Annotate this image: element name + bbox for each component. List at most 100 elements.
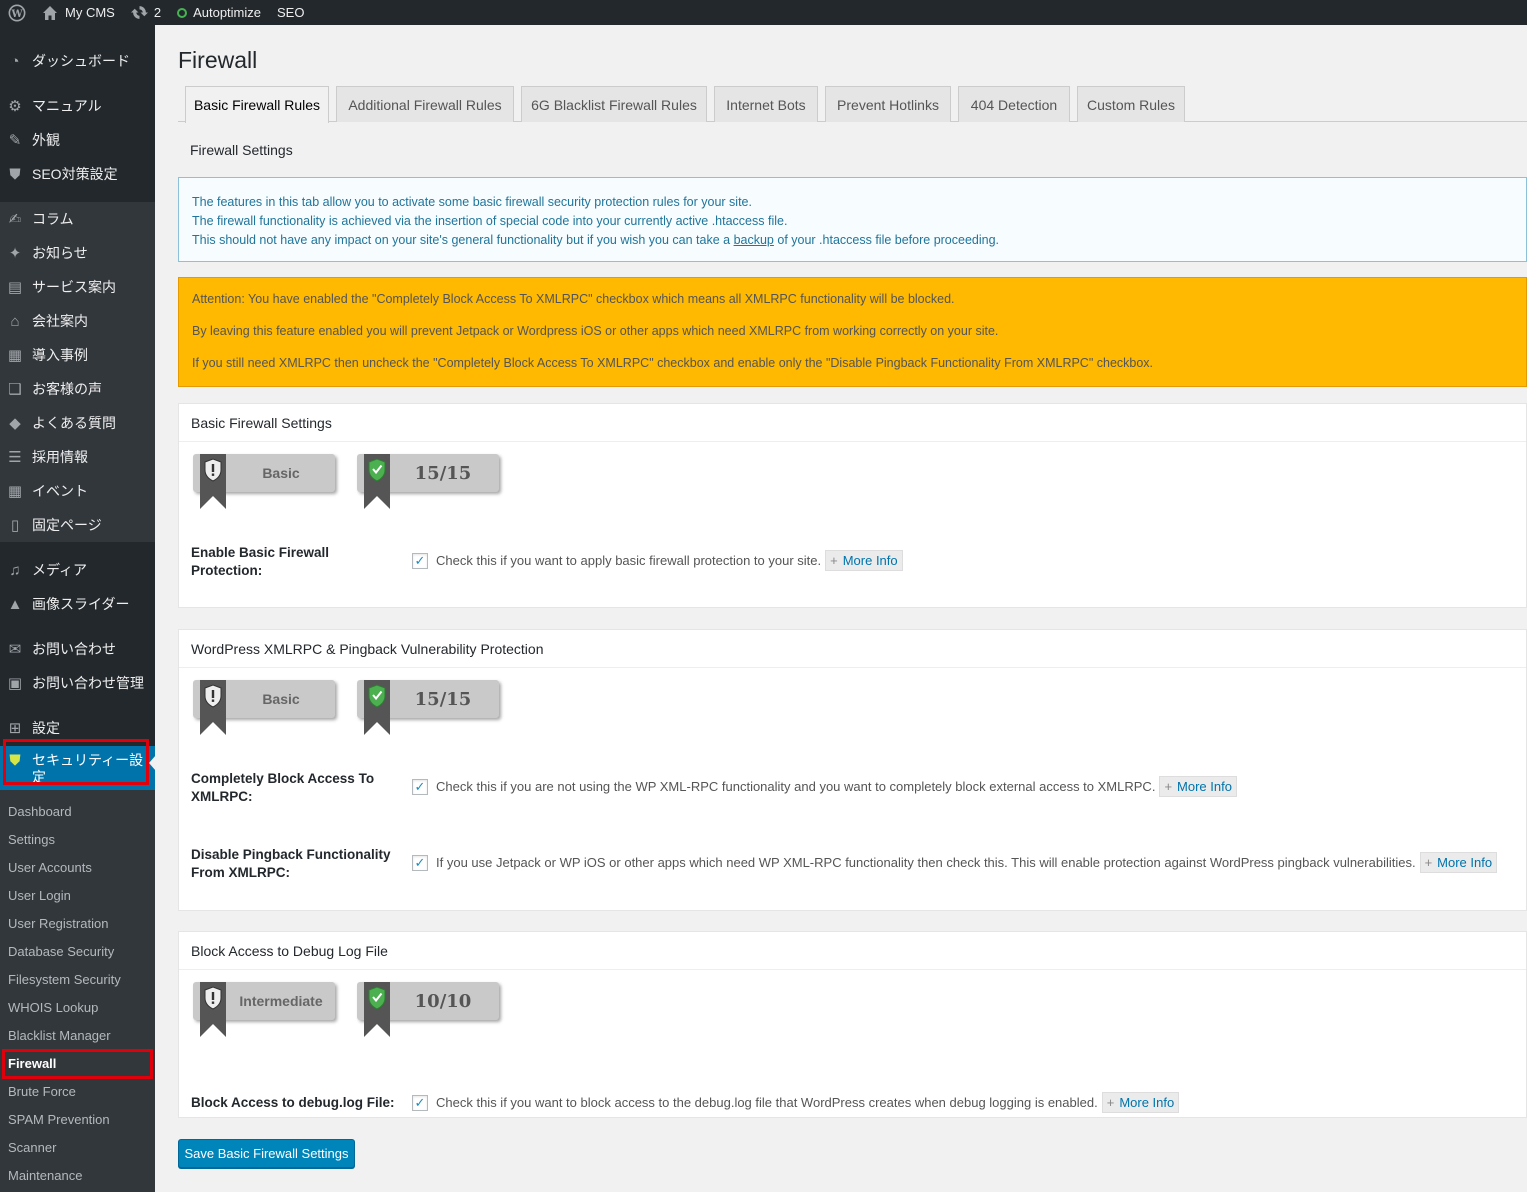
info-line-1: The features in this tab allow you to ac… (192, 195, 752, 209)
sidebar-item-13[interactable]: ▯ 固定ページ (0, 508, 155, 542)
field-label: Disable Pingback Functionality From XMLR… (191, 847, 391, 880)
tab-additional-firewall-rules[interactable]: Additional Firewall Rules (336, 86, 514, 122)
sidebar-item-11[interactable]: ☰ 採用情報 (0, 440, 155, 474)
tab-404-detection[interactable]: 404 Detection (958, 86, 1070, 122)
disable-pingback-checkbox[interactable]: ✓ (412, 854, 428, 871)
submenu-item-user-accounts[interactable]: User Accounts (0, 853, 155, 881)
submenu-item-spam-prevention[interactable]: SPAM Prevention (0, 1105, 155, 1133)
block-xmlrpc-checkbox[interactable]: ✓ (412, 778, 428, 795)
edit-icon: ✍ (8, 211, 22, 228)
block-debug-log-checkbox[interactable]: ✓ (412, 1094, 428, 1111)
sidebar-item-4[interactable]: ✍ コラム (0, 202, 155, 236)
submenu-item-blacklist-manager[interactable]: Blacklist Manager (0, 1021, 155, 1049)
seo-label: SEO (277, 5, 305, 20)
submenu-item-brute-force[interactable]: Brute Force (0, 1077, 155, 1105)
sidebar-item-label: コラム (32, 211, 74, 227)
sidebar-item-label: 導入事例 (32, 347, 88, 363)
admin-bar: W My CMS 2 Autoptimize SEO (0, 0, 1527, 25)
submenu-item-user-login[interactable]: User Login (0, 881, 155, 909)
submenu-item-settings[interactable]: Settings (0, 825, 155, 853)
sidebar-item-16[interactable]: ✉ お問い合わせ (0, 632, 155, 666)
field-row: ✓ Check this if you want to block access… (412, 1092, 1180, 1113)
mail-icon: ✉ (8, 641, 22, 658)
score-label: 10/10 (414, 990, 472, 1012)
site-name-menu[interactable]: My CMS (34, 0, 123, 25)
submenu-item-whois-lookup[interactable]: WHOIS Lookup (0, 993, 155, 1021)
wp-logo-menu[interactable]: W (0, 0, 34, 25)
info-line-3: This should not have any impact on your … (192, 231, 1513, 250)
sidebar-item-label: お問い合わせ (32, 641, 116, 657)
plus-icon: + (1106, 1095, 1115, 1110)
submenu-item-firewall[interactable]: Firewall (0, 1049, 155, 1077)
sidebar-item-10[interactable]: ◆ よくある質問 (0, 406, 155, 440)
sidebar-item-0[interactable]: ◔ ダッシュボード (0, 44, 155, 78)
tab-custom-rules[interactable]: Custom Rules (1077, 86, 1185, 122)
box-title: Basic Firewall Settings (179, 404, 1526, 442)
sidebar-item-label: 固定ページ (32, 517, 102, 533)
sidebar-item-8[interactable]: ▦ 導入事例 (0, 338, 155, 372)
sidebar-item-12[interactable]: ▦ イベント (0, 474, 155, 508)
sidebar-item-label: ダッシュボード (32, 53, 130, 69)
submenu-item-filesystem-security[interactable]: Filesystem Security (0, 965, 155, 993)
sidebar-item-2[interactable]: ✎ 外観 (0, 123, 155, 157)
security-shield-icon: ⛊ (9, 752, 21, 769)
warning-line-3: If you still need XMLRPC then uncheck th… (192, 356, 1154, 370)
plus-icon: + (1424, 855, 1433, 870)
more-info-button[interactable]: + More Info (1159, 776, 1237, 797)
save-button[interactable]: Save Basic Firewall Settings (178, 1139, 355, 1168)
sidebar-item-5[interactable]: ✦ お知らせ (0, 236, 155, 270)
book-icon: ▤ (7, 279, 23, 296)
sidebar-item-18[interactable]: ⊞ 設定 (0, 711, 155, 745)
sidebar-item-3[interactable]: ⛊ SEO対策設定 (0, 157, 155, 191)
tab-6g-blacklist-firewall-rules[interactable]: 6G Blacklist Firewall Rules (521, 86, 707, 122)
ribbon-shield-green-icon (364, 454, 390, 509)
status-dot-icon (177, 7, 188, 18)
sidebar-item-14[interactable]: ♫ メディア (0, 553, 155, 587)
autoptimize-menu[interactable]: Autoptimize (169, 0, 269, 25)
field-description: Check this if you are not using the WP X… (436, 779, 1156, 794)
submenu-item-scanner[interactable]: Scanner (0, 1133, 155, 1161)
more-info-button[interactable]: + More Info (1419, 852, 1498, 873)
sidebar-item-label: 外観 (32, 132, 60, 148)
more-info-label: More Info (842, 553, 898, 568)
wordpress-icon: W (8, 4, 26, 21)
seo-menu[interactable]: SEO (269, 0, 312, 25)
more-info-label: More Info (1437, 855, 1493, 870)
more-info-button[interactable]: + More Info (1101, 1092, 1180, 1113)
sidebar-item-15[interactable]: ▲ 画像スライダー (0, 587, 155, 621)
field-description: If you use Jetpack or WP iOS or other ap… (436, 855, 1416, 870)
home-icon (43, 5, 57, 20)
updates-menu[interactable]: 2 (123, 0, 169, 25)
more-info-label: More Info (1177, 779, 1232, 794)
current-menu-arrow (149, 755, 156, 771)
dashboard-icon: ◔ (10, 52, 20, 70)
tab-bar: Basic Firewall Rules Additional Firewall… (178, 86, 1527, 123)
submenu-item-dashboard[interactable]: Dashboard (0, 797, 155, 825)
sidebar-item-17[interactable]: ▣ お問い合わせ管理 (0, 666, 155, 700)
submenu-item-user-registration[interactable]: User Registration (0, 909, 155, 937)
inbox-icon: ▣ (7, 675, 23, 692)
tab-prevent-hotlinks[interactable]: Prevent Hotlinks (825, 86, 951, 122)
brush-icon: ✎ (8, 132, 22, 149)
field-row: ✓ If you use Jetpack or WP iOS or other … (412, 852, 1498, 873)
tab-basic-firewall-rules[interactable]: Basic Firewall Rules (185, 86, 329, 123)
box-title: WordPress XMLRPC & Pingback Vulnerabilit… (179, 630, 1526, 668)
updates-icon (130, 6, 148, 19)
sidebar-item-1[interactable]: ⚙ マニュアル (0, 89, 155, 123)
sidebar-item-9[interactable]: ❑ お客様の声 (0, 372, 155, 406)
field-description: Check this if you want to apply basic fi… (436, 553, 822, 568)
backup-link[interactable]: backup (734, 233, 774, 247)
more-info-button[interactable]: + More Info (825, 550, 903, 571)
submenu-item-database-security[interactable]: Database Security (0, 937, 155, 965)
debug-log-box: Block Access to Debug Log File Intermedi… (178, 931, 1527, 1118)
sidebar-item-7[interactable]: ⌂ 会社案内 (0, 304, 155, 338)
tab-internet-bots[interactable]: Internet Bots (714, 86, 818, 122)
sidebar-item-label: マニュアル (32, 98, 102, 114)
ribbon-shield-green-icon (364, 982, 390, 1037)
plus-icon: + (1164, 779, 1173, 794)
sidebar-item-6[interactable]: ▤ サービス案内 (0, 270, 155, 304)
submenu-item-maintenance[interactable]: Maintenance (0, 1161, 155, 1189)
sidebar-item-19[interactable]: ⛊ セキュリティー設定 (0, 746, 155, 796)
enable-basic-firewall-checkbox[interactable]: ✓ (412, 552, 428, 569)
info-notice: The features in this tab allow you to ac… (178, 177, 1527, 262)
